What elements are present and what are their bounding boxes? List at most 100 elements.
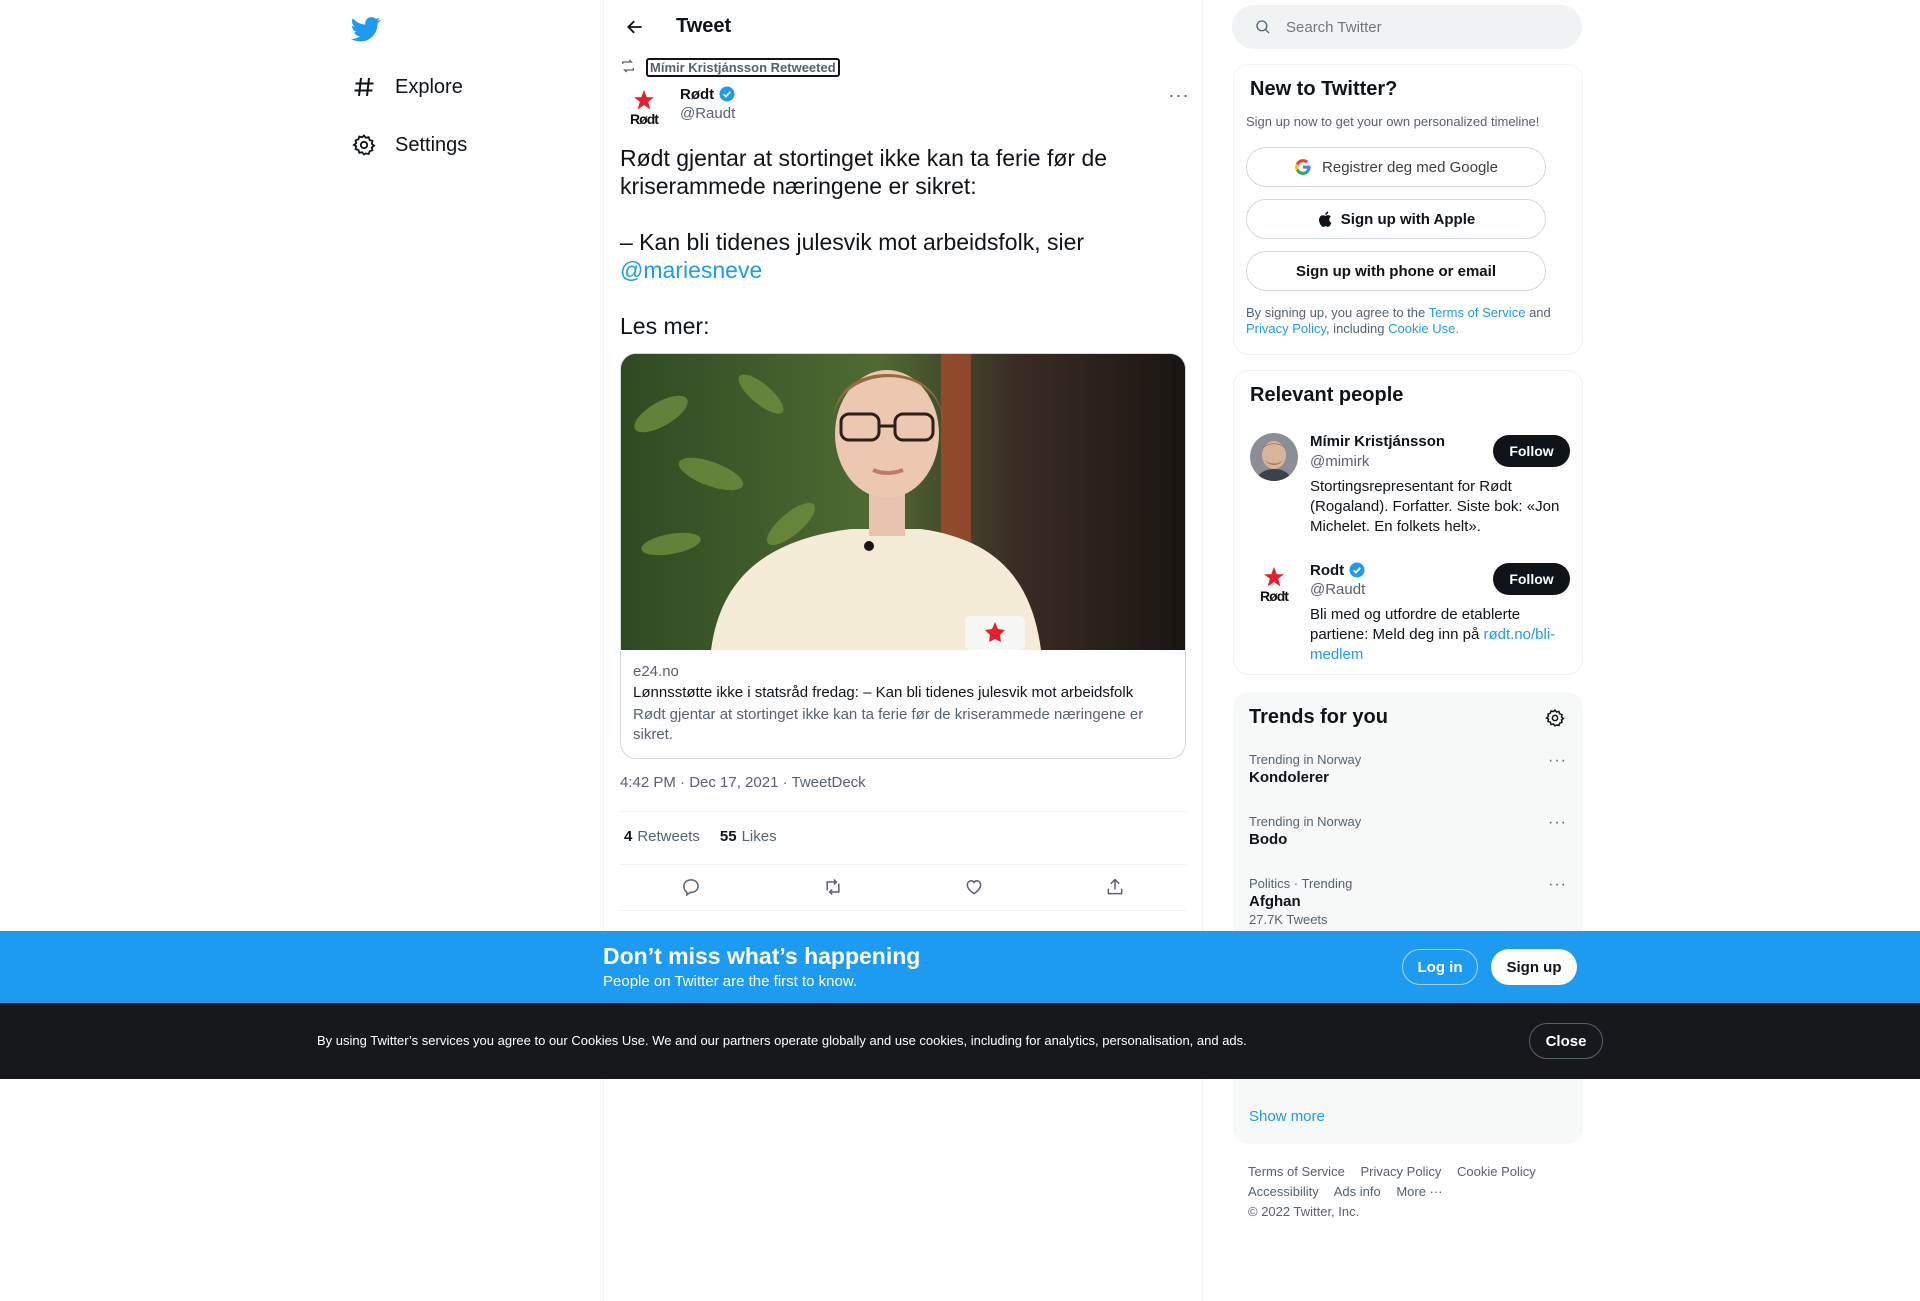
cookie-use-link[interactable]: Cookie Use. xyxy=(1388,321,1459,336)
close-button[interactable]: Close xyxy=(1529,1023,1603,1059)
footer-more-link[interactable]: More ··· xyxy=(1396,1184,1442,1199)
footer-link[interactable]: Privacy Policy xyxy=(1360,1164,1441,1179)
trend-item[interactable]: Trending in Norway Kondolerer ··· xyxy=(1249,752,1567,786)
avatar-wordmark: Rødt xyxy=(1260,588,1289,604)
person-card[interactable]: Mímir Kristjánsson @mimirk Stortingsrepr… xyxy=(1250,433,1570,543)
trend-item[interactable]: Politics · Trending Afghan 27.7K Tweets … xyxy=(1249,876,1567,927)
apple-signup-label: Sign up with Apple xyxy=(1340,210,1476,228)
trend-name: Kondolerer xyxy=(1249,769,1330,786)
author-name-text: Rødt xyxy=(680,85,715,103)
privacy-policy-link[interactable]: Privacy Policy xyxy=(1246,321,1326,336)
google-signup-button[interactable]: Registrer deg med Google xyxy=(1246,147,1546,187)
card-meta: e24.no Lønnsstøtte ikke i statsråd freda… xyxy=(633,663,1173,745)
cookie-notice-text: By using Twitter’s services you agree to… xyxy=(317,1033,1247,1048)
more-options-icon[interactable]: ··· xyxy=(1164,85,1194,105)
footer-link[interactable]: Accessibility xyxy=(1248,1184,1319,1199)
person-bio: Stortingsrepresentant for Rødt (Rogaland… xyxy=(1310,478,1560,535)
tweet-text-line: Les mer: xyxy=(620,313,710,339)
nav-item-settings[interactable]: Settings xyxy=(351,125,467,165)
cookie-banner: By using Twitter’s services you agree to… xyxy=(0,1003,1920,1079)
verified-badge-icon xyxy=(1349,562,1365,578)
copyright: © 2022 Twitter, Inc. xyxy=(1248,1204,1360,1219)
trend-item[interactable]: Trending in Norway Bodo ··· xyxy=(1249,814,1567,848)
panel-title: Trends for you xyxy=(1249,706,1388,728)
tweet-text-line: Rødt gjentar at stortinget ikke kan ta f… xyxy=(620,145,1108,199)
more-options-icon[interactable]: ··· xyxy=(1548,814,1567,832)
follow-button[interactable]: Follow xyxy=(1493,563,1570,595)
footer-link[interactable]: Terms of Service xyxy=(1248,1164,1345,1179)
banner-subtitle: People on Twitter are the first to know. xyxy=(603,973,858,990)
footer-link[interactable]: Cookie Policy xyxy=(1457,1164,1536,1179)
red-star-icon xyxy=(634,90,654,110)
reply-icon[interactable] xyxy=(676,872,706,902)
more-options-icon[interactable]: ··· xyxy=(1548,752,1567,770)
person-name[interactable]: Mímir Kristjánsson xyxy=(1310,433,1445,450)
twitter-logo-icon[interactable] xyxy=(350,14,381,44)
login-button[interactable]: Log in xyxy=(1402,949,1478,985)
trend-name: Afghan xyxy=(1249,893,1301,910)
new-to-twitter-panel: New to Twitter? Sign up now to get your … xyxy=(1233,64,1583,355)
more-options-icon[interactable]: ··· xyxy=(1548,876,1567,894)
show-more-link[interactable]: Show more xyxy=(1249,1108,1325,1125)
retweets-stat[interactable]: 4 Retweets xyxy=(624,828,700,845)
person-handle[interactable]: @Raudt xyxy=(1310,581,1365,598)
gear-icon xyxy=(351,132,377,158)
mention-link[interactable]: @mariesneve xyxy=(620,257,762,283)
avatar[interactable]: Rødt xyxy=(1250,561,1298,609)
card-title: Lønnsstøtte ikke i statsråd fredag: – Ka… xyxy=(633,684,1134,701)
verified-badge-icon xyxy=(719,86,735,102)
author-name[interactable]: Rødt xyxy=(680,85,736,103)
retweet-action-icon[interactable] xyxy=(818,872,848,902)
likes-stat[interactable]: 55 Likes xyxy=(720,828,777,845)
terms-text: , including xyxy=(1325,321,1385,336)
retweets-count: 4 xyxy=(624,828,633,845)
person-card[interactable]: Rødt Rodt @Raudt Bli med og utfordre de … xyxy=(1250,561,1570,671)
divider xyxy=(620,811,1186,812)
card-domain: e24.no xyxy=(633,663,679,680)
terms-of-service-link[interactable]: Terms of Service xyxy=(1429,305,1526,320)
retweets-label: Retweets xyxy=(637,828,700,845)
footer-link[interactable]: Ads info xyxy=(1334,1184,1381,1199)
person-name[interactable]: Rodt xyxy=(1310,561,1366,579)
signup-button[interactable]: Sign up xyxy=(1491,949,1577,985)
back-arrow-icon[interactable] xyxy=(622,14,648,40)
panel-subtitle: Sign up now to get your own personalized… xyxy=(1246,114,1540,129)
tweet-text-fragment: – Kan bli tidenes julesvik mot arbeidsfo… xyxy=(620,229,1085,255)
link-card[interactable]: e24.no Lønnsstøtte ikke i statsråd freda… xyxy=(620,353,1186,759)
google-logo-icon xyxy=(1294,158,1312,176)
divider xyxy=(620,910,1186,911)
trend-count: 27.7K Tweets xyxy=(1249,912,1328,927)
person-name-text: Rodt xyxy=(1310,561,1345,579)
card-description: Rødt gjentar at stortinget ikke kan ta f… xyxy=(633,706,1144,743)
avatar[interactable]: Rødt xyxy=(620,84,668,132)
panel-title: New to Twitter? xyxy=(1250,78,1398,100)
nav-item-explore[interactable]: Explore xyxy=(351,67,463,107)
retweet-icon xyxy=(620,58,636,77)
follow-button[interactable]: Follow xyxy=(1493,435,1570,467)
footer: Terms of Service Privacy Policy Cookie P… xyxy=(1248,1162,1568,1222)
tweet-stats: 4 Retweets 55 Likes xyxy=(624,828,777,845)
google-signup-label: Registrer deg med Google xyxy=(1322,158,1498,176)
likes-count: 55 xyxy=(719,828,737,845)
share-icon[interactable] xyxy=(1100,872,1130,902)
tweet-text: Rødt gjentar at stortinget ikke kan ta f… xyxy=(620,144,1180,340)
search-input[interactable] xyxy=(1286,18,1546,36)
nav-label-explore: Explore xyxy=(395,75,463,98)
avatar-wordmark: Rødt xyxy=(630,111,659,127)
hashtag-icon xyxy=(351,74,377,100)
trend-context: Trending in Norway xyxy=(1249,814,1362,829)
retweeted-by-link[interactable]: Mímir Kristjánsson Retweeted xyxy=(646,58,840,77)
gear-icon[interactable] xyxy=(1545,708,1565,733)
apple-signup-button[interactable]: Sign up with Apple xyxy=(1246,199,1546,239)
tweet-timestamp[interactable]: 4:42 PM · Dec 17, 2021 · TweetDeck xyxy=(620,774,866,791)
avatar[interactable] xyxy=(1250,433,1298,481)
search-box[interactable] xyxy=(1232,5,1582,49)
trend-context: Trending in Norway xyxy=(1249,752,1362,767)
author-handle[interactable]: @Raudt xyxy=(680,105,735,122)
panel-title: Relevant people xyxy=(1250,384,1404,406)
phone-email-signup-button[interactable]: Sign up with phone or email xyxy=(1246,251,1546,291)
apple-logo-icon xyxy=(1317,210,1335,228)
like-heart-icon[interactable] xyxy=(959,872,989,902)
person-handle[interactable]: @mimirk xyxy=(1310,453,1369,470)
divider xyxy=(620,864,1186,865)
